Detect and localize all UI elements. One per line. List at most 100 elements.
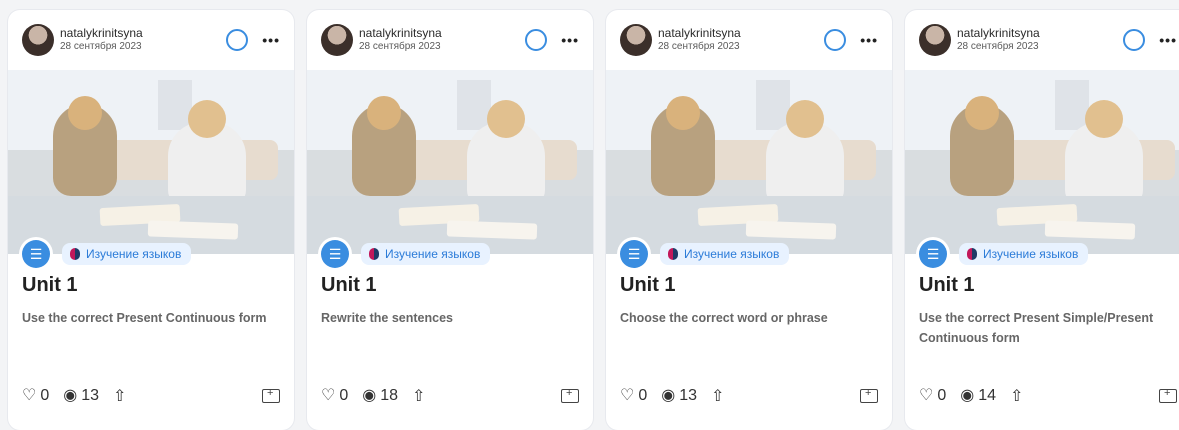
heart-icon[interactable]: ♡ — [620, 388, 634, 404]
card-description: Rewrite the sentences — [321, 311, 453, 325]
views-count: 13 — [81, 387, 100, 404]
category-row: ☰ Изучение языков — [321, 240, 491, 268]
card-header: natalykrinitsyna 28 сентября 2023 ••• — [905, 10, 1179, 70]
category-icon — [369, 248, 379, 260]
folder-plus-icon[interactable] — [262, 387, 280, 403]
category-pill[interactable]: Изучение языков — [959, 243, 1089, 265]
cards-grid: natalykrinitsyna 28 сентября 2023 ••• ☰ … — [0, 0, 1179, 430]
card-image[interactable] — [905, 70, 1179, 254]
card-description: Use the correct Present Simple/Present C… — [919, 311, 1154, 345]
author-meta: natalykrinitsyna 28 сентября 2023 — [60, 27, 143, 52]
category-label: Изучение языков — [983, 247, 1079, 261]
folder-plus-icon[interactable] — [561, 387, 579, 403]
post-card[interactable]: natalykrinitsyna 28 сентября 2023 ••• ☰ … — [606, 10, 892, 430]
category-icon — [967, 248, 977, 260]
post-date: 28 сентября 2023 — [957, 41, 1039, 53]
category-row: ☰ Изучение языков — [919, 240, 1089, 268]
card-header: natalykrinitsyna 28 сентября 2023 ••• — [307, 10, 593, 70]
child-figure — [651, 96, 715, 196]
circle-outline-icon[interactable] — [824, 29, 847, 51]
author-meta: natalykrinitsyna 28 сентября 2023 — [359, 27, 442, 52]
card-image[interactable] — [307, 70, 593, 254]
author-meta: natalykrinitsyna 28 сентября 2023 — [658, 27, 741, 52]
category-pill[interactable]: Изучение языков — [660, 243, 790, 265]
wall — [307, 70, 593, 150]
wall-frame — [457, 80, 491, 130]
circle-outline-icon[interactable] — [525, 29, 548, 51]
post-card[interactable]: natalykrinitsyna 28 сентября 2023 ••• ☰ … — [8, 10, 294, 430]
more-icon[interactable]: ••• — [561, 33, 579, 47]
heart-icon[interactable]: ♡ — [22, 388, 36, 404]
heart-icon[interactable]: ♡ — [321, 388, 335, 404]
category-label: Изучение языков — [86, 247, 182, 261]
more-icon[interactable]: ••• — [860, 33, 878, 47]
category-row: ☰ Изучение языков — [620, 240, 790, 268]
eye-icon: ◉ — [63, 387, 78, 404]
category-label: Изучение языков — [684, 247, 780, 261]
card-footer: ♡ 0 ◉ 13 ⇧ — [620, 386, 878, 406]
share-icon[interactable]: ⇧ — [113, 386, 126, 406]
post-card[interactable]: natalykrinitsyna 28 сентября 2023 ••• ☰ … — [307, 10, 593, 430]
folder-plus-icon[interactable] — [1159, 387, 1177, 403]
views-count: 14 — [978, 387, 997, 404]
post-card[interactable]: natalykrinitsyna 28 сентября 2023 ••• ☰ … — [905, 10, 1179, 430]
category-pill[interactable]: Изучение языков — [62, 243, 192, 265]
list-icon: ☰ — [620, 240, 648, 268]
likes-count: 0 — [40, 387, 50, 404]
wall-frame — [158, 80, 192, 130]
more-icon[interactable]: ••• — [262, 33, 280, 47]
circle-outline-icon[interactable] — [226, 29, 249, 51]
likes-count: 0 — [638, 387, 648, 404]
wall-frame — [756, 80, 790, 130]
card-title[interactable]: Unit 1 — [919, 274, 975, 297]
likes-count: 0 — [937, 387, 947, 404]
author-name[interactable]: natalykrinitsyna — [957, 27, 1040, 40]
category-label: Изучение языков — [385, 247, 481, 261]
card-title[interactable]: Unit 1 — [620, 274, 676, 297]
card-footer: ♡ 0 ◉ 14 ⇧ — [919, 386, 1177, 406]
author-name[interactable]: natalykrinitsyna — [658, 27, 741, 40]
share-icon[interactable]: ⇧ — [412, 386, 425, 406]
list-icon: ☰ — [919, 240, 947, 268]
share-icon[interactable]: ⇧ — [1010, 386, 1023, 406]
eye-icon: ◉ — [362, 387, 377, 404]
list-icon: ☰ — [321, 240, 349, 268]
card-image[interactable] — [606, 70, 892, 254]
book — [446, 220, 538, 240]
avatar[interactable] — [22, 24, 54, 56]
card-footer: ♡ 0 ◉ 18 ⇧ — [321, 386, 579, 406]
card-footer: ♡ 0 ◉ 13 ⇧ — [22, 386, 280, 406]
wall-frame — [1055, 80, 1089, 130]
avatar[interactable] — [321, 24, 353, 56]
circle-outline-icon[interactable] — [1123, 29, 1146, 51]
category-icon — [70, 248, 80, 260]
card-title[interactable]: Unit 1 — [321, 274, 377, 297]
card-image[interactable] — [8, 70, 294, 254]
heart-icon[interactable]: ♡ — [919, 388, 933, 404]
book — [147, 220, 239, 240]
child-figure — [53, 96, 117, 196]
eye-icon: ◉ — [661, 387, 676, 404]
book — [1044, 220, 1136, 240]
category-icon — [668, 248, 678, 260]
category-pill[interactable]: Изучение языков — [361, 243, 491, 265]
child-figure — [950, 96, 1014, 196]
card-header: natalykrinitsyna 28 сентября 2023 ••• — [606, 10, 892, 70]
category-row: ☰ Изучение языков — [22, 240, 192, 268]
book — [745, 220, 837, 240]
share-icon[interactable]: ⇧ — [711, 386, 724, 406]
likes-count: 0 — [339, 387, 349, 404]
post-date: 28 сентября 2023 — [658, 41, 740, 53]
card-title[interactable]: Unit 1 — [22, 274, 78, 297]
wall — [8, 70, 294, 150]
avatar[interactable] — [620, 24, 652, 56]
folder-plus-icon[interactable] — [860, 387, 878, 403]
author-name[interactable]: natalykrinitsyna — [359, 27, 442, 40]
views-count: 13 — [679, 387, 698, 404]
views-count: 18 — [380, 387, 399, 404]
more-icon[interactable]: ••• — [1159, 33, 1177, 47]
list-icon: ☰ — [22, 240, 50, 268]
author-name[interactable]: natalykrinitsyna — [60, 27, 143, 40]
author-meta: natalykrinitsyna 28 сентября 2023 — [957, 27, 1040, 52]
avatar[interactable] — [919, 24, 951, 56]
